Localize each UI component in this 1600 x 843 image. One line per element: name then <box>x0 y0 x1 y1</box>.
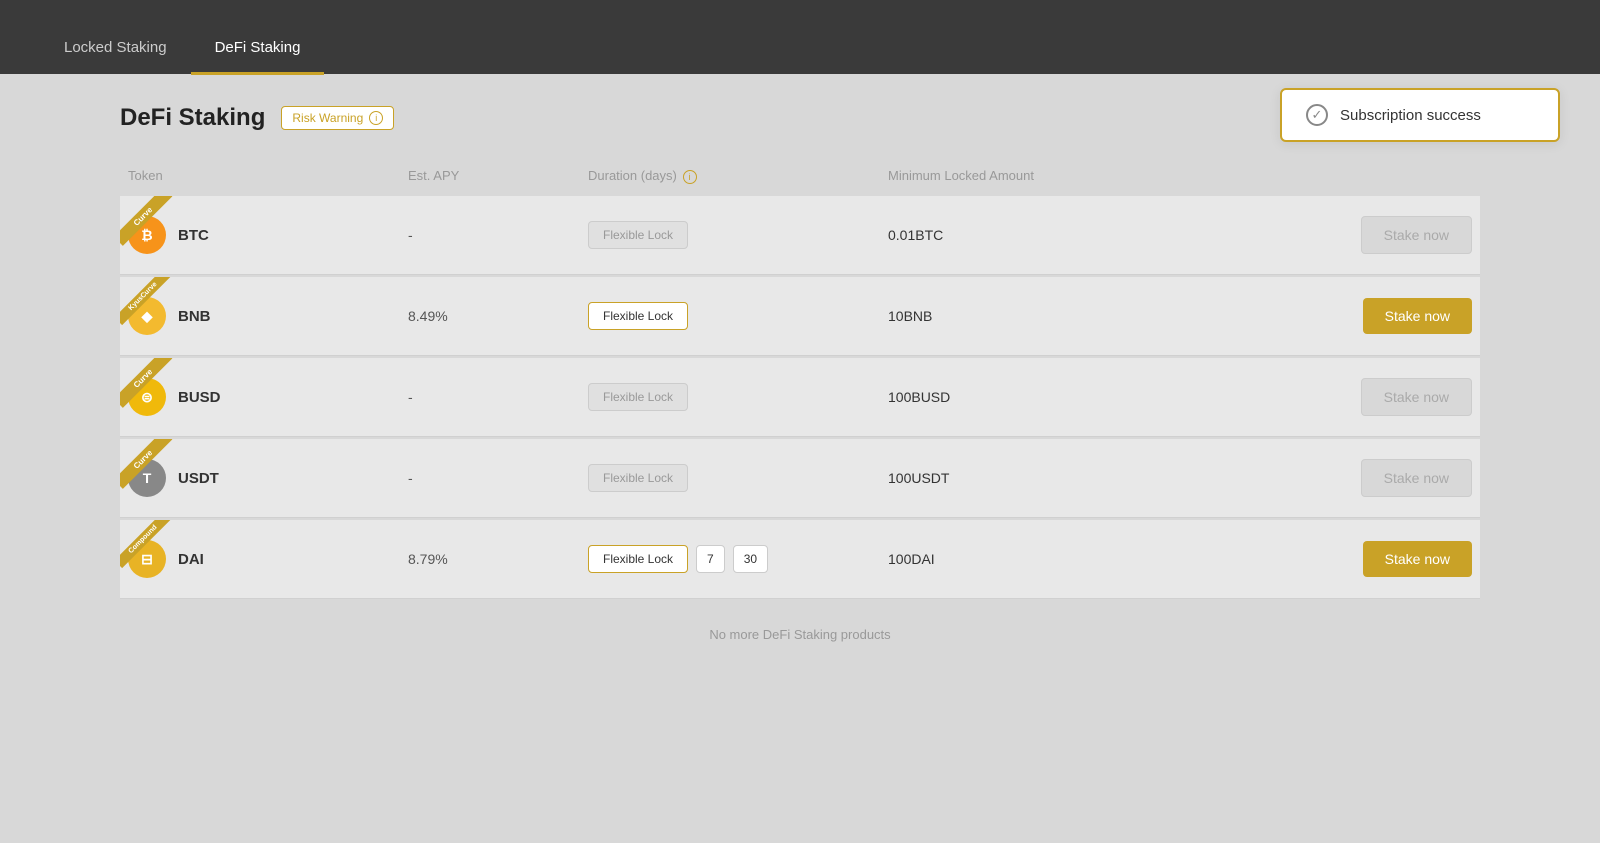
no-more-label: No more DeFi Staking products <box>120 627 1480 642</box>
ribbon-text-usdt: Curve <box>120 439 172 489</box>
duration-bnb: Flexible Lock <box>580 302 880 330</box>
duration-dai: Flexible Lock 7 30 <box>580 545 880 573</box>
toast-message: Subscription success <box>1340 107 1481 124</box>
ribbon-text-bnb: KyusCurve <box>120 277 172 325</box>
page-title-row: DeFi Staking Risk Warning i <box>120 104 1480 132</box>
risk-warning-label: Risk Warning <box>292 111 363 125</box>
ribbon-usdt: Curve <box>120 439 180 499</box>
min-amount-btc: 0.01BTC <box>880 227 1320 243</box>
token-cell-usdt: Curve T USDT <box>120 459 400 497</box>
tab-defi-staking[interactable]: DeFi Staking <box>191 23 325 75</box>
top-nav: Locked Staking DeFi Staking <box>0 0 1600 74</box>
min-amount-dai: 100DAI <box>880 551 1320 567</box>
ribbon-btc: Curve <box>120 196 180 256</box>
header-min-locked: Minimum Locked Amount <box>880 168 1320 184</box>
duration-30-btn-dai[interactable]: 30 <box>733 545 768 573</box>
ribbon-text-busd: Curve <box>120 358 172 408</box>
apy-busd: - <box>400 389 580 405</box>
flexible-lock-btn-dai[interactable]: Flexible Lock <box>588 545 688 573</box>
ribbon-text-btc: Curve <box>120 196 172 246</box>
stake-button-usdt[interactable]: Stake now <box>1361 459 1472 497</box>
min-amount-usdt: 100USDT <box>880 470 1320 486</box>
success-icon: ✓ <box>1306 104 1328 126</box>
apy-btc: - <box>400 227 580 243</box>
duration-usdt: Flexible Lock <box>580 464 880 492</box>
table-row: Compound ⊟ DAI 8.79% Flexible Lock 7 30 … <box>120 520 1480 599</box>
header-est-apy: Est. APY <box>400 168 580 184</box>
table-row: Curve ⊜ BUSD - Flexible Lock 100BUSD Sta… <box>120 358 1480 437</box>
action-dai: Stake now <box>1320 541 1480 577</box>
token-name-usdt: USDT <box>178 470 219 487</box>
action-btc: Stake now <box>1320 216 1480 254</box>
duration-btc: Flexible Lock <box>580 221 880 249</box>
tab-locked-staking[interactable]: Locked Staking <box>40 23 191 75</box>
flexible-lock-btn-btc[interactable]: Flexible Lock <box>588 221 688 249</box>
token-name-btc: BTC <box>178 227 209 244</box>
token-name-dai: DAI <box>178 551 204 568</box>
duration-busd: Flexible Lock <box>580 383 880 411</box>
header-action <box>1320 168 1480 184</box>
ribbon-text-dai: Compound <box>120 520 172 568</box>
risk-warning-button[interactable]: Risk Warning i <box>281 106 394 130</box>
ribbon-busd: Curve <box>120 358 180 418</box>
duration-info-icon[interactable]: i <box>683 170 697 184</box>
page-title: DeFi Staking <box>120 104 265 132</box>
action-busd: Stake now <box>1320 378 1480 416</box>
action-bnb: Stake now <box>1320 298 1480 334</box>
token-cell-busd: Curve ⊜ BUSD <box>120 378 400 416</box>
header-duration: Duration (days) i <box>580 168 880 184</box>
main-content: DeFi Staking Risk Warning i Token Est. A… <box>0 74 1600 682</box>
token-cell-btc: Curve ₿ BTC <box>120 216 400 254</box>
flexible-lock-btn-bnb[interactable]: Flexible Lock <box>588 302 688 330</box>
subscription-toast: ✓ Subscription success <box>1280 88 1560 142</box>
stake-button-dai[interactable]: Stake now <box>1363 541 1472 577</box>
action-usdt: Stake now <box>1320 459 1480 497</box>
stake-button-busd[interactable]: Stake now <box>1361 378 1472 416</box>
table-header: Token Est. APY Duration (days) i Minimum… <box>120 160 1480 196</box>
min-amount-busd: 100BUSD <box>880 389 1320 405</box>
table-row: KyusCurve ◆ BNB 8.49% Flexible Lock 10BN… <box>120 277 1480 356</box>
token-cell-dai: Compound ⊟ DAI <box>120 540 400 578</box>
header-token: Token <box>120 168 400 184</box>
ribbon-dai: Compound <box>120 520 180 580</box>
duration-7-btn-dai[interactable]: 7 <box>696 545 725 573</box>
stake-button-btc[interactable]: Stake now <box>1361 216 1472 254</box>
flexible-lock-btn-busd[interactable]: Flexible Lock <box>588 383 688 411</box>
token-cell-bnb: KyusCurve ◆ BNB <box>120 297 400 335</box>
token-name-busd: BUSD <box>178 389 221 406</box>
ribbon-bnb: KyusCurve <box>120 277 180 337</box>
apy-dai: 8.79% <box>400 551 580 567</box>
apy-bnb: 8.49% <box>400 308 580 324</box>
table-row: Curve T USDT - Flexible Lock 100USDT Sta… <box>120 439 1480 518</box>
table-row: Curve ₿ BTC - Flexible Lock 0.01BTC Stak… <box>120 196 1480 275</box>
min-amount-bnb: 10BNB <box>880 308 1320 324</box>
info-icon: i <box>369 111 383 125</box>
flexible-lock-btn-usdt[interactable]: Flexible Lock <box>588 464 688 492</box>
apy-usdt: - <box>400 470 580 486</box>
token-name-bnb: BNB <box>178 308 211 325</box>
stake-button-bnb[interactable]: Stake now <box>1363 298 1472 334</box>
